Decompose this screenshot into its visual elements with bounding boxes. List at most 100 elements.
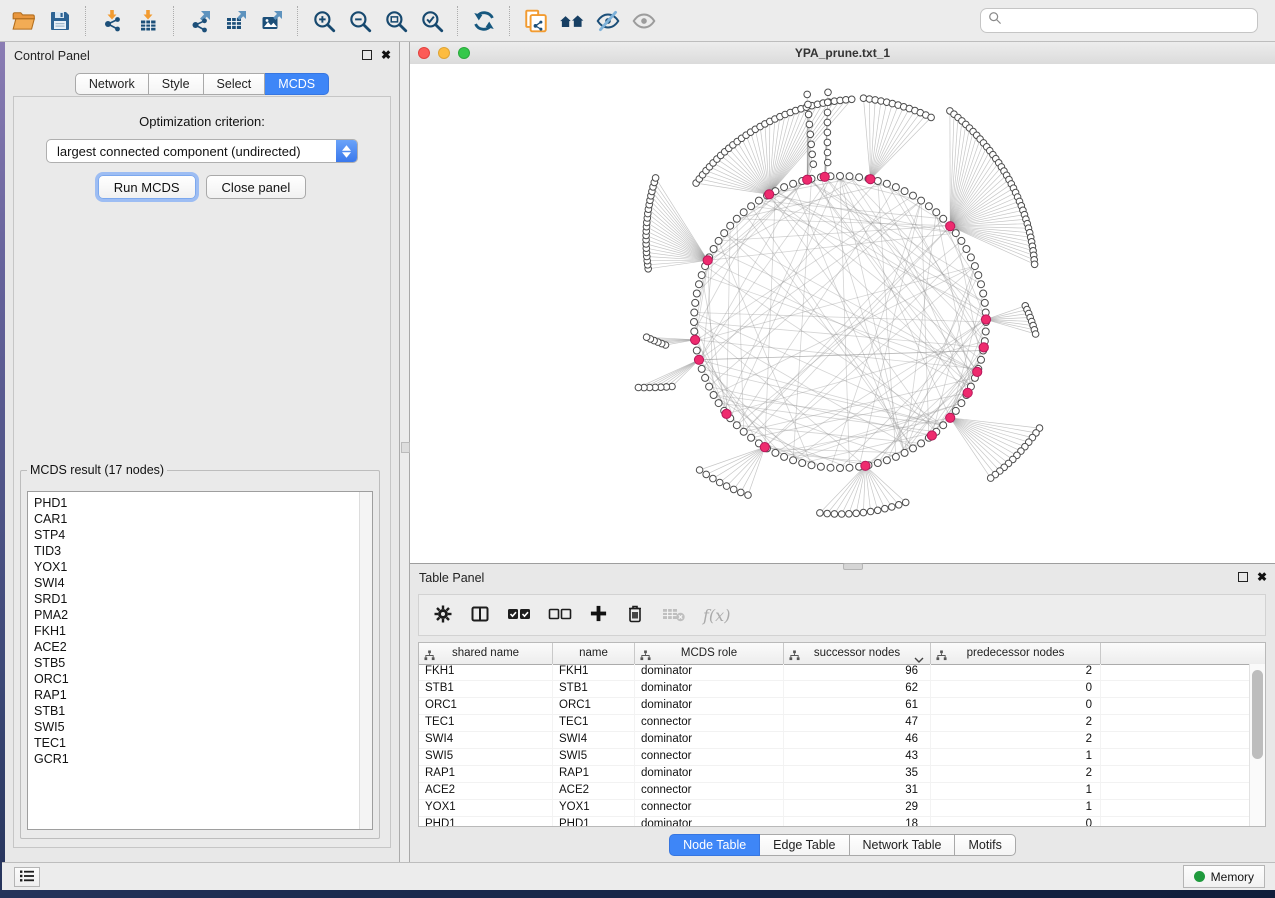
mcds-node-item[interactable]: SWI5 (34, 719, 372, 735)
mcds-result-list[interactable]: PHD1CAR1STP4TID3YOX1SWI4SRD1PMA2FKH1ACE2… (27, 491, 373, 830)
tab-style[interactable]: Style (149, 73, 204, 95)
close-panel-button[interactable]: Close panel (206, 175, 307, 199)
cell-MCDS-role: dominator (635, 664, 784, 680)
mcds-list-scrollbar[interactable] (359, 492, 372, 829)
delete-column-button[interactable] (625, 603, 645, 628)
task-history-button[interactable] (14, 867, 40, 887)
cell-predecessor-nodes: 0 (931, 681, 1101, 697)
table-settings-button[interactable] (433, 604, 453, 627)
cell-name: STB1 (553, 681, 635, 697)
mcds-node-item[interactable]: STB5 (34, 655, 372, 671)
panel-splitter[interactable] (400, 42, 410, 862)
table-row[interactable]: YOX1YOX1connector291 (419, 800, 1250, 817)
mcds-node-item[interactable]: PHD1 (34, 495, 372, 511)
table-scrollbar[interactable] (1249, 664, 1265, 826)
copy-style-button[interactable] (518, 4, 554, 38)
function-builder-button[interactable]: f(x) (703, 606, 730, 625)
first-neighbors-button[interactable] (554, 4, 590, 38)
table-row[interactable]: PHD1PHD1dominator180 (419, 817, 1250, 826)
show-all-button[interactable] (626, 4, 662, 38)
memory-button[interactable]: Memory (1183, 865, 1265, 888)
column-header-name[interactable]: name (553, 643, 635, 664)
zoom-selected-button[interactable] (414, 4, 450, 38)
table-row[interactable]: SWI5SWI5connector431 (419, 749, 1250, 766)
column-header-predecessor-nodes[interactable]: predecessor nodes (931, 643, 1101, 664)
deselect-all-rows-button[interactable] (548, 606, 572, 625)
mcds-node-item[interactable]: SWI4 (34, 575, 372, 591)
table-row[interactable]: SWI4SWI4dominator462 (419, 732, 1250, 749)
export-image-button[interactable] (254, 4, 290, 38)
cell-MCDS-role: dominator (635, 681, 784, 697)
mcds-node-item[interactable]: STB1 (34, 703, 372, 719)
close-table-panel-icon[interactable]: ✖ (1257, 571, 1267, 583)
mcds-node-item[interactable]: PMA2 (34, 607, 372, 623)
table-row[interactable]: ACE2ACE2connector311 (419, 783, 1250, 800)
cell-predecessor-nodes: 1 (931, 800, 1101, 816)
refresh-button[interactable] (466, 4, 502, 38)
tab-network[interactable]: Network (75, 73, 149, 95)
import-network-button[interactable] (94, 4, 130, 38)
table-toolbar: f(x) (418, 594, 1266, 636)
import-network-icon (100, 9, 124, 33)
mcds-node-item[interactable]: TEC1 (34, 735, 372, 751)
hide-selected-button[interactable] (590, 4, 626, 38)
zoom-fit-button[interactable] (378, 4, 414, 38)
float-panel-icon[interactable] (362, 50, 372, 60)
add-column-button[interactable] (589, 604, 608, 626)
zoom-in-button[interactable] (306, 4, 342, 38)
cell-name: PHD1 (553, 817, 635, 826)
search-box[interactable] (980, 8, 1258, 33)
window-close-button[interactable] (418, 47, 430, 59)
table-row[interactable]: ORC1ORC1dominator610 (419, 698, 1250, 715)
criterion-select[interactable]: largest connected component (undirected) (46, 139, 358, 163)
export-network-button[interactable] (182, 4, 218, 38)
tab-edge-table[interactable]: Edge Table (760, 834, 849, 856)
gear-icon (433, 604, 453, 627)
tab-node-table[interactable]: Node Table (669, 834, 760, 856)
mcds-node-item[interactable]: FKH1 (34, 623, 372, 639)
mcds-node-item[interactable]: RAP1 (34, 687, 372, 703)
memory-status-icon (1194, 871, 1205, 882)
float-table-panel-icon[interactable] (1238, 572, 1248, 582)
table-row[interactable]: TEC1TEC1connector472 (419, 715, 1250, 732)
mcds-node-item[interactable]: ORC1 (34, 671, 372, 687)
table-row[interactable]: FKH1FKH1dominator962 (419, 664, 1250, 681)
tab-motifs[interactable]: Motifs (955, 834, 1015, 856)
zoom-out-button[interactable] (342, 4, 378, 38)
unchecked-boxes-icon (548, 606, 572, 625)
search-input[interactable] (1007, 10, 1257, 32)
mcds-node-item[interactable]: STP4 (34, 527, 372, 543)
mcds-node-item[interactable]: CAR1 (34, 511, 372, 527)
mcds-node-item[interactable]: SRD1 (34, 591, 372, 607)
network-canvas[interactable] (410, 64, 1275, 563)
close-panel-icon[interactable]: ✖ (381, 49, 391, 61)
splitter-grip[interactable] (401, 442, 410, 453)
run-mcds-button[interactable]: Run MCDS (98, 175, 196, 199)
delete-table-button[interactable] (662, 605, 686, 626)
mcds-node-item[interactable]: GCR1 (34, 751, 372, 767)
tab-network-table[interactable]: Network Table (850, 834, 956, 856)
window-maximize-button[interactable] (458, 47, 470, 59)
table-panel-title: Table Panel (419, 571, 484, 585)
import-table-button[interactable] (130, 4, 166, 38)
column-header-successor-nodes[interactable]: successor nodes (784, 643, 931, 664)
mcds-node-item[interactable]: TID3 (34, 543, 372, 559)
table-row[interactable]: RAP1RAP1dominator352 (419, 766, 1250, 783)
column-header-shared-name[interactable]: shared name (419, 643, 553, 664)
network-window-titlebar[interactable]: YPA_prune.txt_1 (410, 42, 1275, 65)
split-panel-button[interactable] (470, 604, 490, 627)
column-header-MCDS-role[interactable]: MCDS role (635, 643, 784, 664)
tab-mcds[interactable]: MCDS (265, 73, 329, 95)
tab-select[interactable]: Select (204, 73, 266, 95)
window-minimize-button[interactable] (438, 47, 450, 59)
cell-name: FKH1 (553, 664, 635, 680)
select-all-rows-button[interactable] (507, 606, 531, 625)
mcds-node-item[interactable]: ACE2 (34, 639, 372, 655)
mcds-node-item[interactable]: YOX1 (34, 559, 372, 575)
table-scrollbar-thumb[interactable] (1252, 670, 1263, 759)
criterion-selected-value: largest connected component (undirected) (57, 144, 301, 159)
save-session-button[interactable] (42, 4, 78, 38)
table-row[interactable]: STB1STB1dominator620 (419, 681, 1250, 698)
open-session-button[interactable] (6, 4, 42, 38)
export-table-button[interactable] (218, 4, 254, 38)
